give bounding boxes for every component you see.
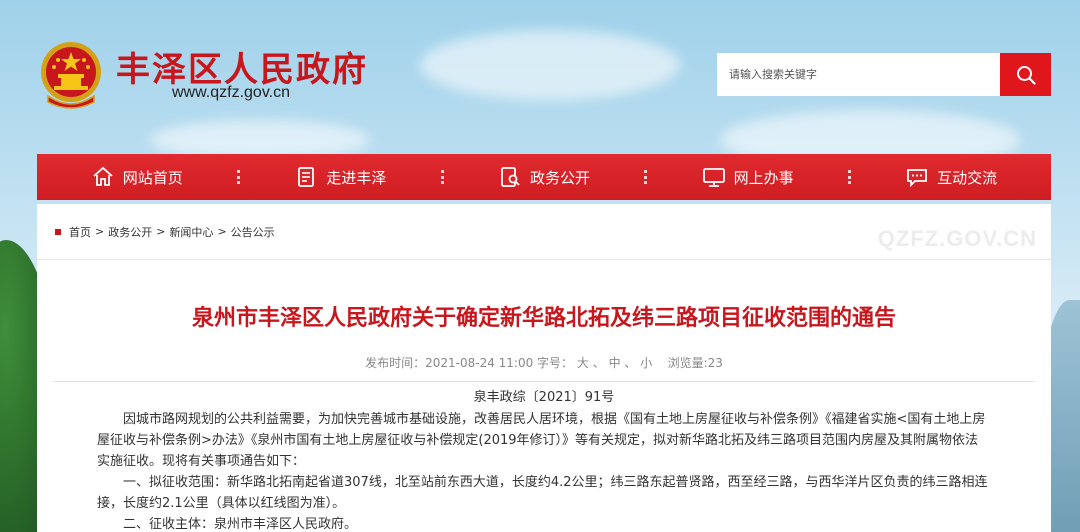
publish-info: 发布时间：2021-08-24 11:00 字号： <box>365 356 574 370</box>
article-title: 泉州市丰泽区人民政府关于确定新华路北拓及纬三路项目征收范围的通告 <box>191 306 896 331</box>
nav-item-interaction[interactable]: 互动交流 <box>851 154 1051 200</box>
breadcrumb-home[interactable]: 首页 <box>69 224 91 240</box>
search-box <box>717 53 1051 96</box>
nav-item-label: 政务公开 <box>529 168 590 187</box>
article-body: 因城市路网规划的公共利益需要，为加快完善城市基础设施，改善居民人居环境，根据《国… <box>37 405 1051 532</box>
nav-item-online-services[interactable]: 网上办事 <box>648 154 848 200</box>
breadcrumb-marker-icon <box>55 228 61 235</box>
document-icon <box>294 165 318 189</box>
nav-item-label: 互动交流 <box>937 168 998 187</box>
main-nav: 网站首页 走进丰泽 政务公开 网上办事 互动交流 <box>37 154 1051 200</box>
search-doc-icon <box>498 165 522 189</box>
watermark: QZFZ.GOV.CN <box>877 226 1037 251</box>
font-size-large[interactable]: 大 <box>577 356 589 370</box>
article-meta: 发布时间：2021-08-24 11:00 字号： 大 、 中 、 小 浏览量:… <box>365 356 723 370</box>
font-size-medium[interactable]: 中 <box>609 356 621 370</box>
breadcrumb: 首页 > 政务公开 > 新闻中心 > 公告公示 QZFZ.GOV.CN <box>37 204 1051 260</box>
font-size-small[interactable]: 小 <box>640 356 652 370</box>
chat-icon <box>905 165 929 189</box>
nav-item-label: 网站首页 <box>122 168 183 187</box>
search-input[interactable] <box>717 53 1000 96</box>
search-icon <box>1016 65 1036 85</box>
breadcrumb-gov-affairs[interactable]: 政务公开 <box>108 224 152 240</box>
nav-item-gov-affairs[interactable]: 政务公开 <box>444 154 644 200</box>
paragraph: 一、拟征收范围：新华路北拓南起省道307线，北至站前东西大道，长度约4.2公里；… <box>97 475 988 511</box>
breadcrumb-announcements[interactable]: 公告公示 <box>231 224 275 240</box>
site-url: www.qzfz.gov.cn <box>172 84 290 101</box>
view-count: 浏览量:23 <box>667 356 723 370</box>
divider <box>53 381 1035 382</box>
nav-item-label: 网上办事 <box>733 168 794 187</box>
nav-item-home[interactable]: 网站首页 <box>37 154 237 200</box>
monitor-icon <box>702 165 726 189</box>
national-emblem-icon[interactable] <box>38 40 104 110</box>
breadcrumb-news-center[interactable]: 新闻中心 <box>169 224 213 240</box>
article-panel: 首页 > 政务公开 > 新闻中心 > 公告公示 QZFZ.GOV.CN 泉州市丰… <box>37 204 1051 532</box>
paragraph: 因城市路网规划的公共利益需要，为加快完善城市基础设施，改善居民人居环境，根据《国… <box>97 412 986 469</box>
home-icon <box>91 165 115 189</box>
nav-item-label: 走进丰泽 <box>326 168 387 187</box>
site-header: 丰泽区人民政府 www.qzfz.gov.cn <box>0 0 1080 150</box>
nav-item-about[interactable]: 走进丰泽 <box>241 154 441 200</box>
search-button[interactable] <box>1000 53 1051 96</box>
paragraph: 二、征收主体：泉州市丰泽区人民政府。 <box>123 517 358 532</box>
document-number: 泉丰政综〔2021〕91号 <box>473 390 615 405</box>
